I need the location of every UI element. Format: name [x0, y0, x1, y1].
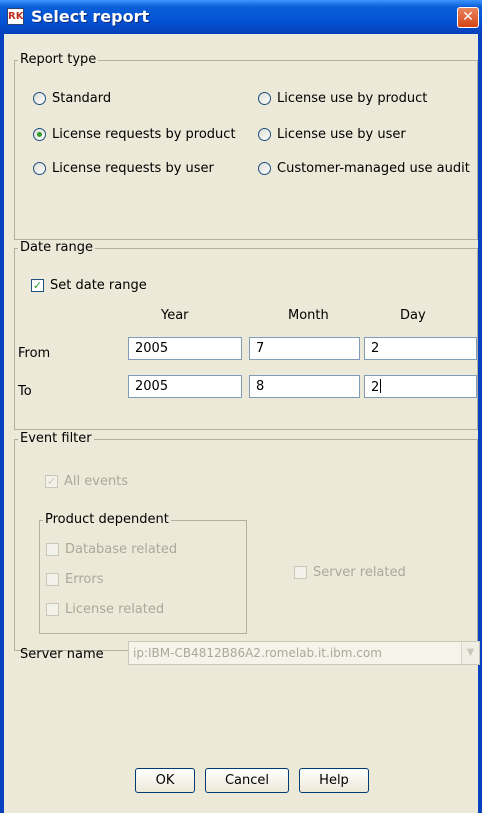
- radio-button[interactable]: [258, 162, 271, 175]
- checkmark-icon: ✓: [32, 279, 43, 292]
- checkbox[interactable]: [294, 566, 307, 579]
- radio-button[interactable]: [258, 128, 271, 141]
- to-month-field[interactable]: 8: [249, 375, 360, 398]
- checkbox-label: Set date range: [50, 278, 147, 293]
- event-filter-legend: Event filter: [18, 431, 94, 446]
- server-name-combo[interactable]: ip:IBM-CB4812B86A2.romelab.it.ibm.com ▼: [128, 641, 480, 665]
- checkbox-label: Server related: [313, 565, 406, 580]
- select-report-dialog: RK Select report ✕ Report type Standard …: [0, 0, 482, 813]
- radio-button[interactable]: [258, 92, 271, 105]
- server-name-label: Server name: [20, 647, 104, 662]
- from-day-field[interactable]: 2: [364, 337, 477, 360]
- checkmark-icon: ✓: [46, 475, 57, 488]
- close-button[interactable]: ✕: [457, 7, 479, 28]
- chevron-down-icon[interactable]: ▼: [461, 642, 479, 664]
- radio-button[interactable]: [33, 162, 46, 175]
- from-label: From: [18, 346, 51, 361]
- checkbox[interactable]: [46, 603, 59, 616]
- radio-label: License requests by product: [52, 127, 236, 142]
- window-frame-right: [478, 34, 482, 813]
- to-day-value: 2: [371, 380, 380, 395]
- event-filter-group: Event filter ✓ All events Product depend…: [14, 431, 478, 651]
- date-range-group: Date range ✓ Set date range Year Month D…: [14, 240, 478, 430]
- checkbox[interactable]: [46, 543, 59, 556]
- radio-button[interactable]: [33, 128, 46, 141]
- app-icon: RK: [7, 8, 24, 25]
- product-dependent-legend: Product dependent: [43, 512, 171, 527]
- to-label: To: [18, 384, 32, 399]
- radio-label: License use by product: [277, 91, 428, 106]
- close-icon: ✕: [462, 9, 474, 25]
- help-button[interactable]: Help: [299, 768, 369, 793]
- checkbox[interactable]: [46, 573, 59, 586]
- radio-selected-dot: [37, 132, 42, 137]
- report-type-group: Report type Standard License requests by…: [14, 52, 478, 240]
- from-month-field[interactable]: 7: [249, 337, 360, 360]
- radio-label: Standard: [52, 91, 112, 106]
- checkbox-label: Errors: [65, 572, 104, 587]
- to-year-field[interactable]: 2005: [128, 375, 242, 398]
- month-column-header: Month: [288, 308, 329, 323]
- report-type-legend: Report type: [18, 52, 99, 67]
- window-title: Select report: [31, 7, 150, 26]
- radio-label: License use by user: [277, 127, 406, 142]
- day-column-header: Day: [400, 308, 426, 323]
- radio-label: Customer-managed use audit: [277, 161, 470, 176]
- cancel-button[interactable]: Cancel: [205, 768, 289, 793]
- text-cursor: [380, 379, 382, 393]
- to-day-field[interactable]: 2: [364, 375, 477, 398]
- product-dependent-group: Product dependent Database related Error…: [39, 512, 247, 634]
- ok-button[interactable]: OK: [135, 768, 195, 793]
- server-name-value: ip:IBM-CB4812B86A2.romelab.it.ibm.com: [133, 646, 382, 660]
- checkbox-label: All events: [64, 474, 129, 489]
- year-column-header: Year: [161, 308, 189, 323]
- dialog-content: Report type Standard License requests by…: [4, 34, 480, 813]
- radio-label: License requests by user: [52, 161, 214, 176]
- checkbox-label: Database related: [65, 542, 178, 557]
- checkbox[interactable]: ✓: [31, 279, 44, 292]
- date-range-legend: Date range: [18, 240, 96, 255]
- checkbox[interactable]: ✓: [45, 475, 58, 488]
- radio-button[interactable]: [33, 92, 46, 105]
- from-year-field[interactable]: 2005: [128, 337, 242, 360]
- title-bar[interactable]: RK Select report ✕: [0, 0, 482, 34]
- checkbox-label: License related: [65, 602, 165, 617]
